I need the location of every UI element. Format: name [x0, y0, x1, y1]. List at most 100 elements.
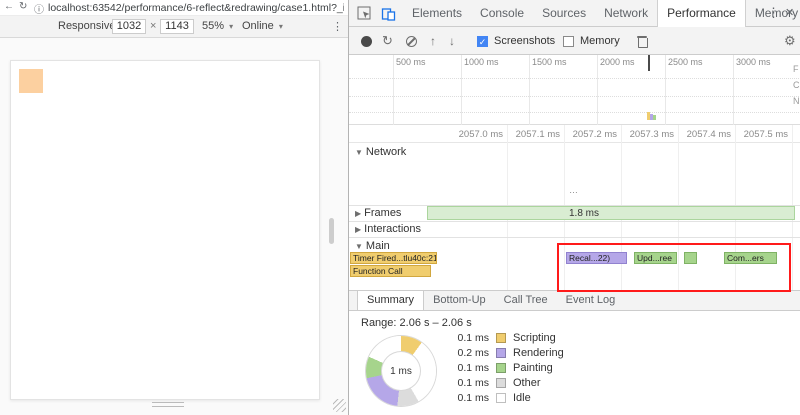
track-network[interactable]: ▼Network: [355, 146, 406, 158]
legend-label: Other: [513, 377, 541, 389]
rendering-swatch-icon: [496, 348, 506, 358]
inspect-element-icon[interactable]: [357, 6, 372, 26]
overview-gridline: [461, 55, 462, 125]
tab-sources[interactable]: Sources: [533, 0, 595, 27]
info-icon[interactable]: ⓘ: [34, 1, 44, 16]
legend-label: Painting: [513, 362, 553, 374]
corner-resize-handle[interactable]: [333, 399, 346, 412]
track-network-label: Network: [366, 146, 406, 158]
garbage-collect-icon[interactable]: [637, 35, 647, 48]
device-toolbar-toggle-icon[interactable]: [381, 6, 396, 26]
legend-item-idle: 0.1 ms Idle: [453, 391, 531, 404]
track-divider: [349, 237, 800, 238]
back-icon[interactable]: ←: [4, 1, 14, 12]
legend-label: Scripting: [513, 332, 556, 344]
overview-gridline: [529, 55, 530, 125]
network-throttle-label: Online: [242, 20, 274, 32]
legend-value: 0.1 ms: [453, 392, 489, 404]
legend-value: 0.1 ms: [453, 377, 489, 389]
devtools-tabbar: Elements Console Sources Network Perform…: [349, 0, 800, 27]
legend-item-painting: 0.1 ms Painting: [453, 361, 553, 374]
chevron-open-icon: ▼: [355, 242, 363, 251]
donut-total: 1 ms: [382, 352, 420, 390]
track-frames-label: Frames: [364, 207, 401, 219]
device-toolbar-more-icon[interactable]: ⋮: [332, 20, 343, 33]
legend-label: Idle: [513, 392, 531, 404]
overview-selection-marker[interactable]: [648, 55, 650, 71]
legend-value: 0.2 ms: [453, 347, 489, 359]
zoom-label: 55%: [202, 20, 224, 32]
other-swatch-icon: [496, 378, 506, 388]
zoom-select[interactable]: 55% ▾: [202, 20, 233, 32]
chevron-closed-icon: ▶: [355, 225, 361, 234]
clear-recording-icon[interactable]: [406, 36, 417, 47]
overview-tick: 2500 ms: [668, 57, 703, 67]
details-tabbar: Summary Bottom-Up Call Tree Event Log: [349, 290, 800, 311]
legend-value: 0.1 ms: [453, 332, 489, 344]
tab-network[interactable]: Network: [595, 0, 657, 27]
detail-tick: 2057.0 ms: [453, 129, 503, 140]
viewport-resize-handle[interactable]: [152, 402, 184, 407]
network-throttle-select[interactable]: Online ▾: [242, 20, 283, 32]
tab-event-log[interactable]: Event Log: [557, 291, 625, 310]
reload-icon[interactable]: ↻: [19, 1, 27, 12]
chevron-down-icon: ▾: [229, 22, 233, 31]
track-frames[interactable]: ▶Frames: [355, 207, 401, 219]
screenshot-strip-dots: …: [569, 185, 579, 195]
tab-performance[interactable]: Performance: [657, 0, 746, 27]
devtools-tabs: Elements Console Sources Network Perform…: [403, 0, 800, 27]
memory-checkbox[interactable]: [563, 36, 574, 47]
track-interactions[interactable]: ▶Interactions: [355, 223, 421, 235]
overview-tick: 2000 ms: [600, 57, 635, 67]
overview-tick: 500 ms: [396, 57, 426, 67]
painting-swatch-icon: [496, 363, 506, 373]
overview-lane-divider: [349, 112, 800, 113]
overview-lane-divider: [349, 96, 800, 97]
page-preview[interactable]: [10, 60, 320, 400]
scripting-swatch-icon: [496, 333, 506, 343]
overview-gridline: [665, 55, 666, 125]
track-interactions-label: Interactions: [364, 223, 421, 235]
device-mode-label: Responsive: [58, 20, 115, 32]
overview-tick: 3000 ms: [736, 57, 771, 67]
overview-lane-divider: [349, 78, 800, 79]
viewport-width-input[interactable]: 1032: [112, 19, 146, 34]
legend-label: Rendering: [513, 347, 564, 359]
tab-elements[interactable]: Elements: [403, 0, 471, 27]
tab-bottom-up[interactable]: Bottom-Up: [424, 291, 495, 310]
chevron-down-icon: ▾: [279, 22, 283, 31]
close-icon[interactable]: ✕: [785, 6, 794, 19]
screenshots-checkbox[interactable]: ✓: [477, 36, 488, 47]
device-toolbar: Responsive ▾ 1032 × 1143 55% ▾ Online ▾ …: [0, 16, 348, 38]
track-main[interactable]: ▼Main: [355, 240, 390, 252]
track-divider: [349, 221, 800, 222]
overview-tick: 1500 ms: [532, 57, 567, 67]
record-button[interactable]: [361, 36, 372, 47]
memory-label[interactable]: Memory: [580, 35, 620, 47]
range-text: Range: 2.06 s – 2.06 s: [361, 317, 472, 329]
fps-lane-label: F: [793, 64, 799, 74]
browser-left-pane: ← ↻ ⓘ localhost:63542/performance/6-refl…: [0, 0, 348, 415]
tab-call-tree[interactable]: Call Tree: [495, 291, 557, 310]
reload-profile-icon[interactable]: ↻: [382, 34, 393, 47]
chevron-closed-icon: ▶: [355, 209, 361, 218]
chevron-open-icon: ▼: [355, 148, 363, 157]
time-breakdown-donut: 1 ms: [366, 336, 436, 406]
flame-function-call[interactable]: Function Call: [350, 265, 431, 277]
screenshots-label[interactable]: Screenshots: [494, 35, 555, 47]
legend-item-scripting: 0.1 ms Scripting: [453, 331, 556, 344]
annotation-red-box: [557, 243, 791, 292]
tab-console[interactable]: Console: [471, 0, 533, 27]
track-main-label: Main: [366, 240, 390, 252]
gear-icon[interactable]: ⚙: [784, 34, 796, 47]
flame-timer-fired[interactable]: Timer Fired...tlu40c:21): [350, 252, 437, 264]
save-profile-icon[interactable]: ↓: [449, 35, 455, 48]
frames-duration-bar[interactable]: [427, 206, 795, 220]
tab-summary[interactable]: Summary: [357, 291, 424, 310]
url-text[interactable]: localhost:63542/performance/6-reflect&re…: [48, 2, 344, 14]
load-profile-icon[interactable]: ↑: [430, 35, 436, 48]
devtools-menu-icon[interactable]: ⋮: [767, 5, 780, 21]
viewport-height-input[interactable]: 1143: [160, 19, 194, 34]
cpu-lane-label: C: [793, 80, 800, 90]
page-vertical-scrollbar[interactable]: [329, 218, 334, 244]
